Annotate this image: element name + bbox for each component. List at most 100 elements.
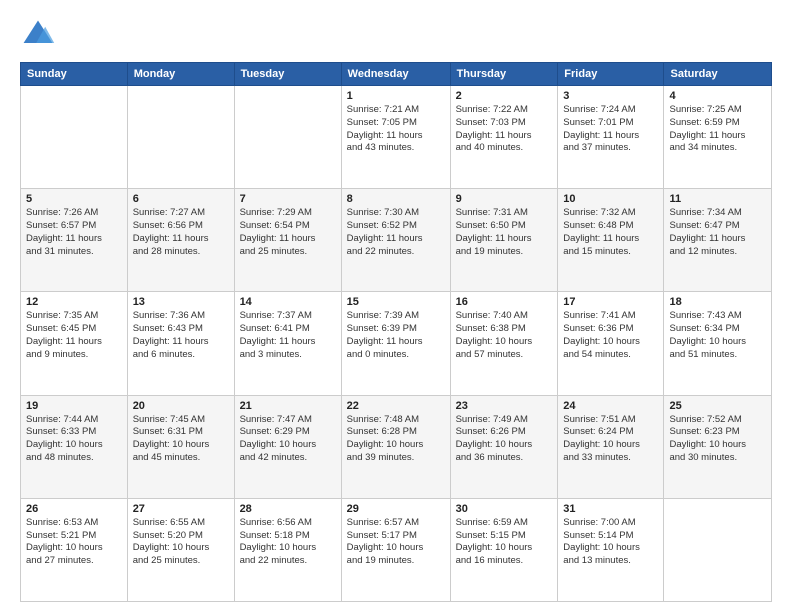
day-info: Sunrise: 7:48 AM Sunset: 6:28 PM Dayligh…	[347, 414, 445, 465]
day-cell: 12 Sunrise: 7:35 AM Sunset: 6:45 PM Dayli…	[21, 292, 128, 395]
day-number: 5	[26, 193, 122, 205]
day-number: 25	[669, 400, 766, 412]
logo	[20, 16, 60, 52]
day-info: Sunrise: 7:00 AM Sunset: 5:14 PM Dayligh…	[563, 517, 658, 568]
day-number: 9	[456, 193, 553, 205]
weekday-header-tuesday: Tuesday	[234, 63, 341, 86]
day-cell: 20 Sunrise: 7:45 AM Sunset: 6:31 PM Dayli…	[127, 395, 234, 498]
weekday-header-thursday: Thursday	[450, 63, 558, 86]
day-info: Sunrise: 7:41 AM Sunset: 6:36 PM Dayligh…	[563, 310, 658, 361]
day-number: 26	[26, 503, 122, 515]
day-cell: 24 Sunrise: 7:51 AM Sunset: 6:24 PM Dayli…	[558, 395, 664, 498]
day-cell: 2 Sunrise: 7:22 AM Sunset: 7:03 PM Daylig…	[450, 86, 558, 189]
day-number: 12	[26, 296, 122, 308]
weekday-header-wednesday: Wednesday	[341, 63, 450, 86]
week-row-3: 12 Sunrise: 7:35 AM Sunset: 6:45 PM Dayli…	[21, 292, 772, 395]
day-number: 20	[133, 400, 229, 412]
day-number: 7	[240, 193, 336, 205]
day-info: Sunrise: 7:45 AM Sunset: 6:31 PM Dayligh…	[133, 414, 229, 465]
day-info: Sunrise: 7:32 AM Sunset: 6:48 PM Dayligh…	[563, 207, 658, 258]
day-cell: 31 Sunrise: 7:00 AM Sunset: 5:14 PM Dayli…	[558, 498, 664, 601]
day-cell: 21Sunrise: 7:47 AM Sunset: 6:29 PM Dayli…	[234, 395, 341, 498]
day-number: 23	[456, 400, 553, 412]
day-number: 17	[563, 296, 658, 308]
day-number: 16	[456, 296, 553, 308]
day-number: 19	[26, 400, 122, 412]
day-number: 31	[563, 503, 658, 515]
day-info: Sunrise: 7:36 AM Sunset: 6:43 PM Dayligh…	[133, 310, 229, 361]
day-number: 30	[456, 503, 553, 515]
day-number: 22	[347, 400, 445, 412]
day-cell: 22 Sunrise: 7:48 AM Sunset: 6:28 PM Dayli…	[341, 395, 450, 498]
day-cell: 11 Sunrise: 7:34 AM Sunset: 6:47 PM Dayli…	[664, 189, 772, 292]
day-info: Sunrise: 6:56 AM Sunset: 5:18 PM Dayligh…	[240, 517, 336, 568]
day-info: Sunrise: 7:27 AM Sunset: 6:56 PM Dayligh…	[133, 207, 229, 258]
day-number: 4	[669, 90, 766, 102]
day-info: Sunrise: 7:21 AM Sunset: 7:05 PM Dayligh…	[347, 104, 445, 155]
day-cell: 14 Sunrise: 7:37 AM Sunset: 6:41 PM Dayli…	[234, 292, 341, 395]
day-info: Sunrise: 7:31 AM Sunset: 6:50 PM Dayligh…	[456, 207, 553, 258]
day-number: 13	[133, 296, 229, 308]
day-cell: 13 Sunrise: 7:36 AM Sunset: 6:43 PM Dayli…	[127, 292, 234, 395]
day-cell: 6Sunrise: 7:27 AM Sunset: 6:56 PM Daylig…	[127, 189, 234, 292]
day-number: 2	[456, 90, 553, 102]
day-info: Sunrise: 7:25 AM Sunset: 6:59 PM Dayligh…	[669, 104, 766, 155]
weekday-header-sunday: Sunday	[21, 63, 128, 86]
day-number: 1	[347, 90, 445, 102]
day-number: 21	[240, 400, 336, 412]
day-cell: 5 Sunrise: 7:26 AM Sunset: 6:57 PM Daylig…	[21, 189, 128, 292]
page: SundayMondayTuesdayWednesdayThursdayFrid…	[0, 0, 792, 612]
day-number: 14	[240, 296, 336, 308]
day-cell: 4 Sunrise: 7:25 AM Sunset: 6:59 PM Daylig…	[664, 86, 772, 189]
day-number: 3	[563, 90, 658, 102]
day-cell: 18 Sunrise: 7:43 AM Sunset: 6:34 PM Dayli…	[664, 292, 772, 395]
week-row-1: 1 Sunrise: 7:21 AM Sunset: 7:05 PM Daylig…	[21, 86, 772, 189]
day-info: Sunrise: 7:22 AM Sunset: 7:03 PM Dayligh…	[456, 104, 553, 155]
day-info: Sunrise: 7:43 AM Sunset: 6:34 PM Dayligh…	[669, 310, 766, 361]
day-cell: 19 Sunrise: 7:44 AM Sunset: 6:33 PM Dayli…	[21, 395, 128, 498]
day-cell	[664, 498, 772, 601]
header	[20, 16, 772, 52]
day-cell: 9 Sunrise: 7:31 AM Sunset: 6:50 PM Daylig…	[450, 189, 558, 292]
week-row-2: 5 Sunrise: 7:26 AM Sunset: 6:57 PM Daylig…	[21, 189, 772, 292]
day-cell: 10 Sunrise: 7:32 AM Sunset: 6:48 PM Dayli…	[558, 189, 664, 292]
day-cell	[127, 86, 234, 189]
weekday-header-friday: Friday	[558, 63, 664, 86]
day-info: Sunrise: 6:55 AM Sunset: 5:20 PM Dayligh…	[133, 517, 229, 568]
day-info: Sunrise: 7:37 AM Sunset: 6:41 PM Dayligh…	[240, 310, 336, 361]
day-number: 10	[563, 193, 658, 205]
day-info: Sunrise: 7:34 AM Sunset: 6:47 PM Dayligh…	[669, 207, 766, 258]
day-number: 24	[563, 400, 658, 412]
day-cell: 1 Sunrise: 7:21 AM Sunset: 7:05 PM Daylig…	[341, 86, 450, 189]
day-cell: 17 Sunrise: 7:41 AM Sunset: 6:36 PM Dayli…	[558, 292, 664, 395]
day-number: 8	[347, 193, 445, 205]
day-info: Sunrise: 7:39 AM Sunset: 6:39 PM Dayligh…	[347, 310, 445, 361]
day-cell: 29Sunrise: 6:57 AM Sunset: 5:17 PM Dayli…	[341, 498, 450, 601]
day-info: Sunrise: 7:49 AM Sunset: 6:26 PM Dayligh…	[456, 414, 553, 465]
day-cell: 28Sunrise: 6:56 AM Sunset: 5:18 PM Dayli…	[234, 498, 341, 601]
day-info: Sunrise: 7:30 AM Sunset: 6:52 PM Dayligh…	[347, 207, 445, 258]
day-info: Sunrise: 7:44 AM Sunset: 6:33 PM Dayligh…	[26, 414, 122, 465]
day-number: 11	[669, 193, 766, 205]
day-number: 18	[669, 296, 766, 308]
day-cell: 8 Sunrise: 7:30 AM Sunset: 6:52 PM Daylig…	[341, 189, 450, 292]
day-cell: 7 Sunrise: 7:29 AM Sunset: 6:54 PM Daylig…	[234, 189, 341, 292]
day-info: Sunrise: 7:26 AM Sunset: 6:57 PM Dayligh…	[26, 207, 122, 258]
day-cell: 15 Sunrise: 7:39 AM Sunset: 6:39 PM Dayli…	[341, 292, 450, 395]
day-cell: 27 Sunrise: 6:55 AM Sunset: 5:20 PM Dayli…	[127, 498, 234, 601]
day-number: 29	[347, 503, 445, 515]
day-info: Sunrise: 7:51 AM Sunset: 6:24 PM Dayligh…	[563, 414, 658, 465]
weekday-header-monday: Monday	[127, 63, 234, 86]
day-cell: 3Sunrise: 7:24 AM Sunset: 7:01 PM Daylig…	[558, 86, 664, 189]
day-number: 27	[133, 503, 229, 515]
day-info: Sunrise: 7:35 AM Sunset: 6:45 PM Dayligh…	[26, 310, 122, 361]
day-info: Sunrise: 7:29 AM Sunset: 6:54 PM Dayligh…	[240, 207, 336, 258]
day-cell: 30Sunrise: 6:59 AM Sunset: 5:15 PM Dayli…	[450, 498, 558, 601]
day-cell	[234, 86, 341, 189]
day-info: Sunrise: 7:52 AM Sunset: 6:23 PM Dayligh…	[669, 414, 766, 465]
calendar-table: SundayMondayTuesdayWednesdayThursdayFrid…	[20, 62, 772, 602]
day-cell	[21, 86, 128, 189]
day-info: Sunrise: 7:40 AM Sunset: 6:38 PM Dayligh…	[456, 310, 553, 361]
day-cell: 23 Sunrise: 7:49 AM Sunset: 6:26 PM Dayli…	[450, 395, 558, 498]
day-number: 15	[347, 296, 445, 308]
